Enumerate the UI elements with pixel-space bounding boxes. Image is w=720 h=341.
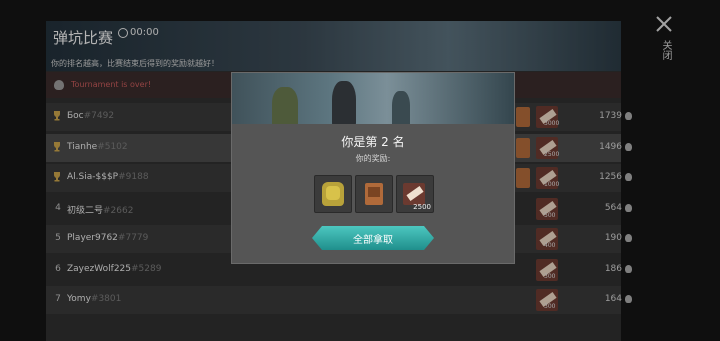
ticket-icon <box>403 183 425 205</box>
reward-slot-backpack[interactable] <box>314 175 352 213</box>
reward-dialog-artwork <box>232 73 514 124</box>
soldier-figure <box>272 87 298 124</box>
reward-dialog: 你是第 2 名 你的奖励: 2500 全部拿取 <box>231 72 515 264</box>
zombie-figure <box>392 91 410 124</box>
heroine-figure <box>332 81 356 124</box>
reward-ticket-count: 2500 <box>413 203 431 211</box>
backpack-icon <box>322 182 344 206</box>
reward-slot-crate[interactable] <box>355 175 393 213</box>
claim-all-button[interactable]: 全部拿取 <box>312 226 434 250</box>
crate-icon <box>365 183 383 205</box>
reward-dialog-subtitle: 你的奖励: <box>355 154 391 163</box>
reward-dialog-title: 你是第 2 名 <box>341 135 405 149</box>
reward-slot-ticket[interactable]: 2500 <box>396 175 434 213</box>
